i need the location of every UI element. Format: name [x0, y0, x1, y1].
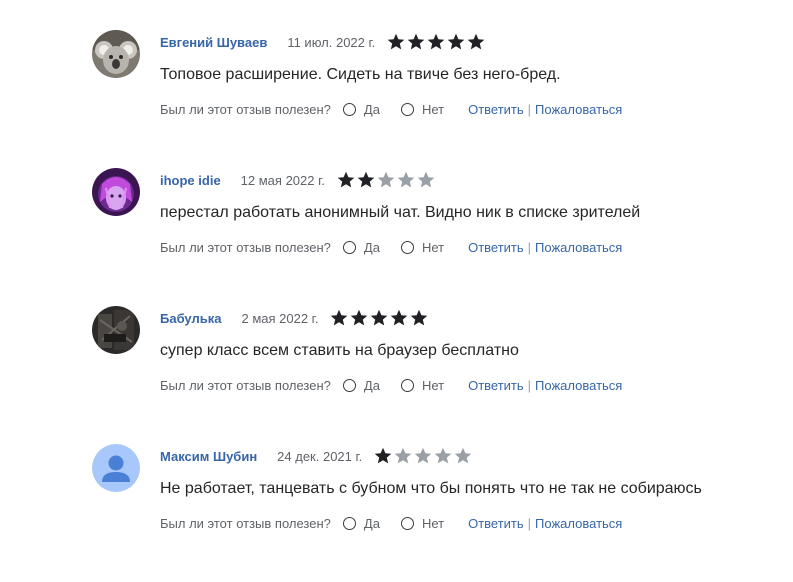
review-footer: Был ли этот отзыв полезен? Да Нет Ответи…: [160, 237, 622, 257]
star-filled-icon: [467, 33, 485, 51]
radio-button[interactable]: [342, 516, 356, 530]
radio-button[interactable]: [400, 378, 414, 392]
star-empty-icon: [414, 447, 432, 465]
reply-link[interactable]: Ответить: [468, 516, 524, 531]
review-footer: Был ли этот отзыв полезен? Да Нет Ответи…: [160, 375, 622, 395]
review-date: 12 мая 2022 г.: [240, 172, 325, 188]
review-date: 11 июл. 2022 г.: [287, 34, 376, 50]
review-text: Топовое расширение. Сидеть на твиче без …: [160, 66, 561, 83]
star-rating: [374, 447, 474, 465]
helpful-question: Был ли этот отзыв полезен?: [160, 377, 331, 393]
star-filled-icon: [350, 309, 368, 327]
star-filled-icon: [370, 309, 388, 327]
avatar: [92, 306, 140, 354]
star-empty-icon: [397, 171, 415, 189]
helpful-yes-label: Да: [363, 239, 380, 255]
helpful-no-option[interactable]: Нет: [400, 515, 445, 531]
helpful-question: Был ли этот отзыв полезен?: [160, 239, 331, 255]
star-filled-icon: [410, 309, 428, 327]
avatar: [92, 168, 140, 216]
review-actions: Ответить | Пожаловаться: [468, 516, 622, 531]
helpful-yes-option[interactable]: Да: [342, 101, 380, 117]
helpful-yes-label: Да: [363, 515, 380, 531]
review-header: Евгений Шуваев 11 июл. 2022 г.: [160, 30, 487, 54]
helpful-no-label: Нет: [421, 239, 445, 255]
review-item: Максим Шубин 24 дек. 2021 г. Не работает…: [0, 444, 793, 582]
helpful-no-option[interactable]: Нет: [400, 377, 445, 393]
star-filled-icon: [387, 33, 405, 51]
separator: |: [527, 377, 532, 393]
author-name[interactable]: Максим Шубин: [160, 449, 257, 464]
separator: |: [527, 515, 532, 531]
review-item: ihope idie 12 мая 2022 г. перестал работ…: [0, 168, 793, 306]
review-header: ihope idie 12 мая 2022 г.: [160, 168, 437, 192]
star-empty-icon: [377, 171, 395, 189]
star-filled-icon: [407, 33, 425, 51]
reply-link[interactable]: Ответить: [468, 378, 524, 393]
helpful-question: Был ли этот отзыв полезен?: [160, 101, 331, 117]
star-empty-icon: [394, 447, 412, 465]
helpful-no-label: Нет: [421, 377, 445, 393]
review-footer: Был ли этот отзыв полезен? Да Нет Ответи…: [160, 513, 622, 533]
author-name[interactable]: Евгений Шуваев: [160, 35, 267, 50]
radio-button[interactable]: [342, 378, 356, 392]
star-filled-icon: [390, 309, 408, 327]
review-header: Максим Шубин 24 дек. 2021 г.: [160, 444, 474, 468]
star-rating: [387, 33, 487, 51]
star-filled-icon: [357, 171, 375, 189]
review-footer: Был ли этот отзыв полезен? Да Нет Ответи…: [160, 99, 622, 119]
radio-button[interactable]: [400, 240, 414, 254]
helpful-yes-label: Да: [363, 101, 380, 117]
helpful-no-label: Нет: [421, 101, 445, 117]
star-empty-icon: [454, 447, 472, 465]
report-link[interactable]: Пожаловаться: [535, 240, 622, 255]
helpful-yes-option[interactable]: Да: [342, 377, 380, 393]
star-filled-icon: [330, 309, 348, 327]
avatar: [92, 30, 140, 78]
star-filled-icon: [427, 33, 445, 51]
star-empty-icon: [417, 171, 435, 189]
helpful-question: Был ли этот отзыв полезен?: [160, 515, 331, 531]
review-item: Бабулька 2 мая 2022 г. супер класс всем …: [0, 306, 793, 444]
review-date: 24 дек. 2021 г.: [277, 448, 363, 464]
helpful-no-label: Нет: [421, 515, 445, 531]
star-filled-icon: [447, 33, 465, 51]
separator: |: [527, 101, 532, 117]
report-link[interactable]: Пожаловаться: [535, 102, 622, 117]
review-actions: Ответить | Пожаловаться: [468, 378, 622, 393]
review-text: Не работает, танцевать с бубном что бы п…: [160, 480, 702, 497]
author-name[interactable]: Бабулька: [160, 311, 221, 326]
author-name[interactable]: ihope idie: [160, 173, 221, 188]
report-link[interactable]: Пожаловаться: [535, 378, 622, 393]
separator: |: [527, 239, 532, 255]
star-rating: [337, 171, 437, 189]
helpful-no-option[interactable]: Нет: [400, 101, 445, 117]
reply-link[interactable]: Ответить: [468, 240, 524, 255]
reply-link[interactable]: Ответить: [468, 102, 524, 117]
review-text: супер класс всем ставить на браузер бесп…: [160, 342, 519, 359]
helpful-yes-option[interactable]: Да: [342, 515, 380, 531]
review-item: Евгений Шуваев 11 июл. 2022 г. Топовое р…: [0, 30, 793, 168]
helpful-yes-option[interactable]: Да: [342, 239, 380, 255]
review-actions: Ответить | Пожаловаться: [468, 102, 622, 117]
review-text: перестал работать анонимный чат. Видно н…: [160, 204, 641, 221]
star-filled-icon: [374, 447, 392, 465]
helpful-yes-label: Да: [363, 377, 380, 393]
radio-button[interactable]: [342, 240, 356, 254]
star-filled-icon: [337, 171, 355, 189]
review-actions: Ответить | Пожаловаться: [468, 240, 622, 255]
helpful-no-option[interactable]: Нет: [400, 239, 445, 255]
star-empty-icon: [434, 447, 452, 465]
review-header: Бабулька 2 мая 2022 г.: [160, 306, 430, 330]
default-user-icon: [92, 444, 140, 492]
report-link[interactable]: Пожаловаться: [535, 516, 622, 531]
review-date: 2 мая 2022 г.: [241, 310, 319, 326]
avatar: [92, 444, 140, 492]
radio-button[interactable]: [400, 102, 414, 116]
radio-button[interactable]: [400, 516, 414, 530]
star-rating: [330, 309, 430, 327]
radio-button[interactable]: [342, 102, 356, 116]
